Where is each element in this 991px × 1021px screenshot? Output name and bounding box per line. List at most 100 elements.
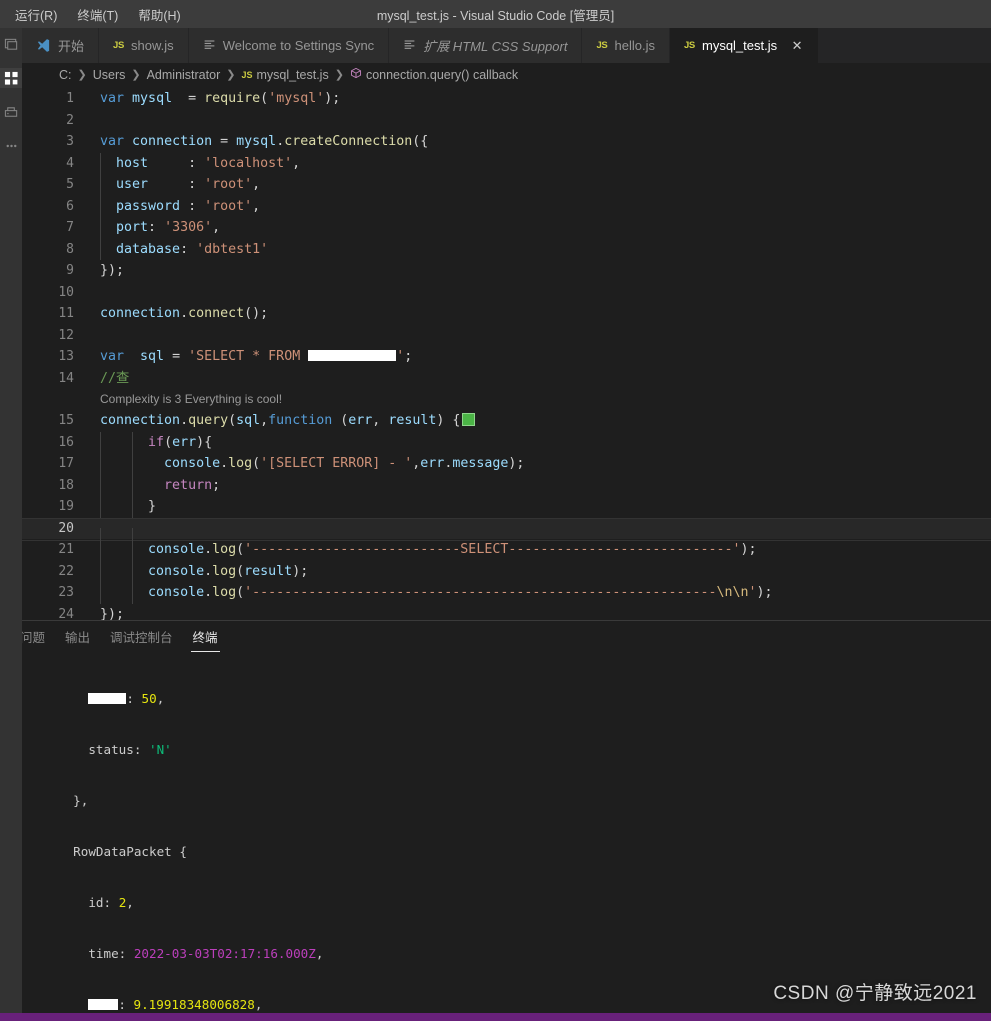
code-line: 17 console.log('[SELECT ERROR] - ',err.m… — [22, 453, 991, 475]
tab-mysql-test-js[interactable]: JS mysql_test.js ✕ — [669, 28, 820, 63]
code-line: 15 connection.query(sql,function (err, r… — [22, 410, 991, 432]
tab-welcome-settings-sync[interactable]: Welcome to Settings Sync — [188, 28, 390, 63]
code-line: 6 password : 'root', — [22, 195, 991, 217]
line-number: 10 — [58, 284, 74, 300]
terminal-line: }, — [73, 793, 89, 808]
menu-item-run[interactable]: 运行(R) — [6, 2, 66, 27]
more-actions-icon[interactable] — [2, 136, 20, 156]
line-number: 12 — [58, 327, 74, 343]
editor-group: 开始 JS show.js Welcome to Settings Sync 扩… — [22, 28, 991, 620]
line-number: 15 — [58, 413, 74, 428]
code-line: 5 user : 'root', — [22, 174, 991, 196]
code-line: 22 console.log(result); — [22, 560, 991, 582]
close-icon[interactable]: ✕ — [790, 39, 804, 52]
markdown-preview-icon — [403, 38, 416, 53]
breadcrumb-item-administrator[interactable]: Administrator — [147, 68, 221, 82]
status-bar[interactable] — [0, 1013, 991, 1021]
line-number: 22 — [58, 563, 74, 579]
code-line: 12 — [22, 325, 991, 347]
line-number: 16 — [58, 434, 74, 450]
tab-label: Welcome to Settings Sync — [222, 38, 375, 53]
redacted-field-name — [88, 693, 127, 704]
line-number: 7 — [66, 220, 74, 235]
breadcrumb-separator-icon: ❯ — [334, 69, 344, 81]
panel-tab-problems[interactable]: 问题 — [18, 622, 47, 652]
panel-tab-terminal[interactable]: 终端 — [190, 622, 220, 652]
vscode-window: 运行(R) 终端(T) 帮助(H) mysql_test.js - Visual… — [0, 0, 991, 1021]
code-line: 8 database: 'dbtest1' — [22, 238, 991, 260]
code-editor[interactable]: 1 var mysql = require('mysql'); 2 3 var … — [22, 86, 991, 620]
line-number: 5 — [66, 177, 74, 192]
code-line: 4 host : 'localhost', — [22, 152, 991, 174]
line-content: connection.connect(); — [100, 306, 269, 321]
tab-extension-html-css-support[interactable]: 扩展 HTML CSS Support — [389, 28, 583, 63]
js-file-icon: JS — [683, 40, 695, 51]
panel-tabs: 问题 输出 调试控制台 终端 — [0, 621, 991, 652]
breadcrumb-item-file[interactable]: JS mysql_test.js — [241, 68, 328, 82]
line-content: database: 'dbtest1' — [100, 238, 268, 260]
tab-label: hello.js — [614, 38, 655, 53]
bottom-panel: 问题 输出 调试控制台 终端 : 50, status: 'N' }, RowD… — [0, 620, 991, 1013]
menu-item-terminal[interactable]: 终端(T) — [68, 2, 127, 27]
workbench-body: 开始 JS show.js Welcome to Settings Sync 扩… — [0, 28, 991, 620]
code-line: 16 if(err){ — [22, 431, 991, 453]
line-number: 2 — [66, 112, 74, 128]
codelens-complexity[interactable]: Complexity is 3 Everything is cool! — [100, 389, 282, 411]
activity-bar — [0, 28, 22, 620]
line-content: console.log('[SELECT ERROR] - ',err.mess… — [100, 453, 524, 475]
code-line: 7 port: '3306', — [22, 217, 991, 239]
line-number: 21 — [58, 542, 74, 557]
line-number: 19 — [58, 499, 74, 514]
code-line: 13 var sql = 'SELECT * FROM '; — [22, 346, 991, 368]
terminal-line: RowDataPacket { — [58, 844, 187, 859]
code-line: 21 console.log('------------------------… — [22, 539, 991, 561]
tab-get-started[interactable]: 开始 — [22, 28, 100, 63]
panel-tab-output[interactable]: 输出 — [63, 622, 92, 652]
terminal-line: : 9.19918348006828, — [58, 996, 991, 1013]
line-number: 8 — [66, 241, 74, 257]
panel-tab-debug-console[interactable]: 调试控制台 — [108, 622, 175, 652]
code-line: 2 — [22, 110, 991, 132]
line-number: 9 — [66, 263, 74, 278]
terminal-output[interactable]: : 50, status: 'N' }, RowDataPacket { id:… — [0, 652, 991, 1013]
line-content: }); — [100, 263, 125, 278]
redacted-field-name — [88, 999, 119, 1010]
terminal-line: time: 2022-03-03T02:17:16.000Z, — [88, 946, 324, 961]
js-file-icon: JS — [596, 40, 608, 51]
breadcrumb-separator-icon: ❯ — [226, 69, 236, 81]
line-content: console.log('--------------------------S… — [100, 539, 757, 561]
line-content: var sql = 'SELECT * FROM '; — [100, 349, 413, 364]
code-line: 14 //查 — [22, 368, 991, 390]
code-line: 18 return; — [22, 474, 991, 496]
breadcrumb-label: Administrator — [146, 67, 221, 82]
tab-show-js[interactable]: JS show.js — [99, 28, 189, 63]
line-content: password : 'root', — [100, 195, 260, 217]
line-content: var connection = mysql.createConnection(… — [100, 134, 429, 149]
breadcrumb-separator-icon: ❯ — [131, 69, 141, 81]
tab-hello-js[interactable]: JS hello.js — [582, 28, 670, 63]
breadcrumb-item-symbol[interactable]: connection.query() callback — [350, 67, 518, 82]
line-number: 11 — [58, 306, 74, 321]
breadcrumb-item-users[interactable]: Users — [93, 68, 126, 82]
line-number: 24 — [58, 606, 74, 621]
title-bar: 运行(R) 终端(T) 帮助(H) mysql_test.js - Visual… — [0, 0, 991, 28]
color-decorator-icon[interactable] — [462, 412, 476, 426]
line-number: 20 — [58, 520, 74, 536]
breadcrumb-item-drive[interactable]: C: — [59, 68, 72, 82]
line-number: 17 — [58, 456, 74, 471]
explorer-icon[interactable] — [2, 34, 20, 54]
extensions-icon[interactable] — [0, 68, 22, 88]
line-number: 13 — [58, 349, 74, 364]
menu-item-help[interactable]: 帮助(H) — [129, 2, 189, 27]
line-content: return; — [100, 474, 220, 496]
codelens-row: Complexity is 3 Everything is cool! — [22, 389, 991, 410]
line-number: 18 — [58, 477, 74, 493]
line-number: 14 — [58, 370, 74, 386]
line-number: 3 — [66, 134, 74, 149]
terminal-line: id: 2, — [88, 895, 134, 910]
line-number: 4 — [66, 155, 74, 171]
markdown-preview-icon — [203, 38, 216, 53]
remote-explorer-icon[interactable] — [2, 102, 20, 122]
line-content: connection.query(sql,function (err, resu… — [100, 410, 476, 432]
line-number: 1 — [66, 91, 74, 106]
